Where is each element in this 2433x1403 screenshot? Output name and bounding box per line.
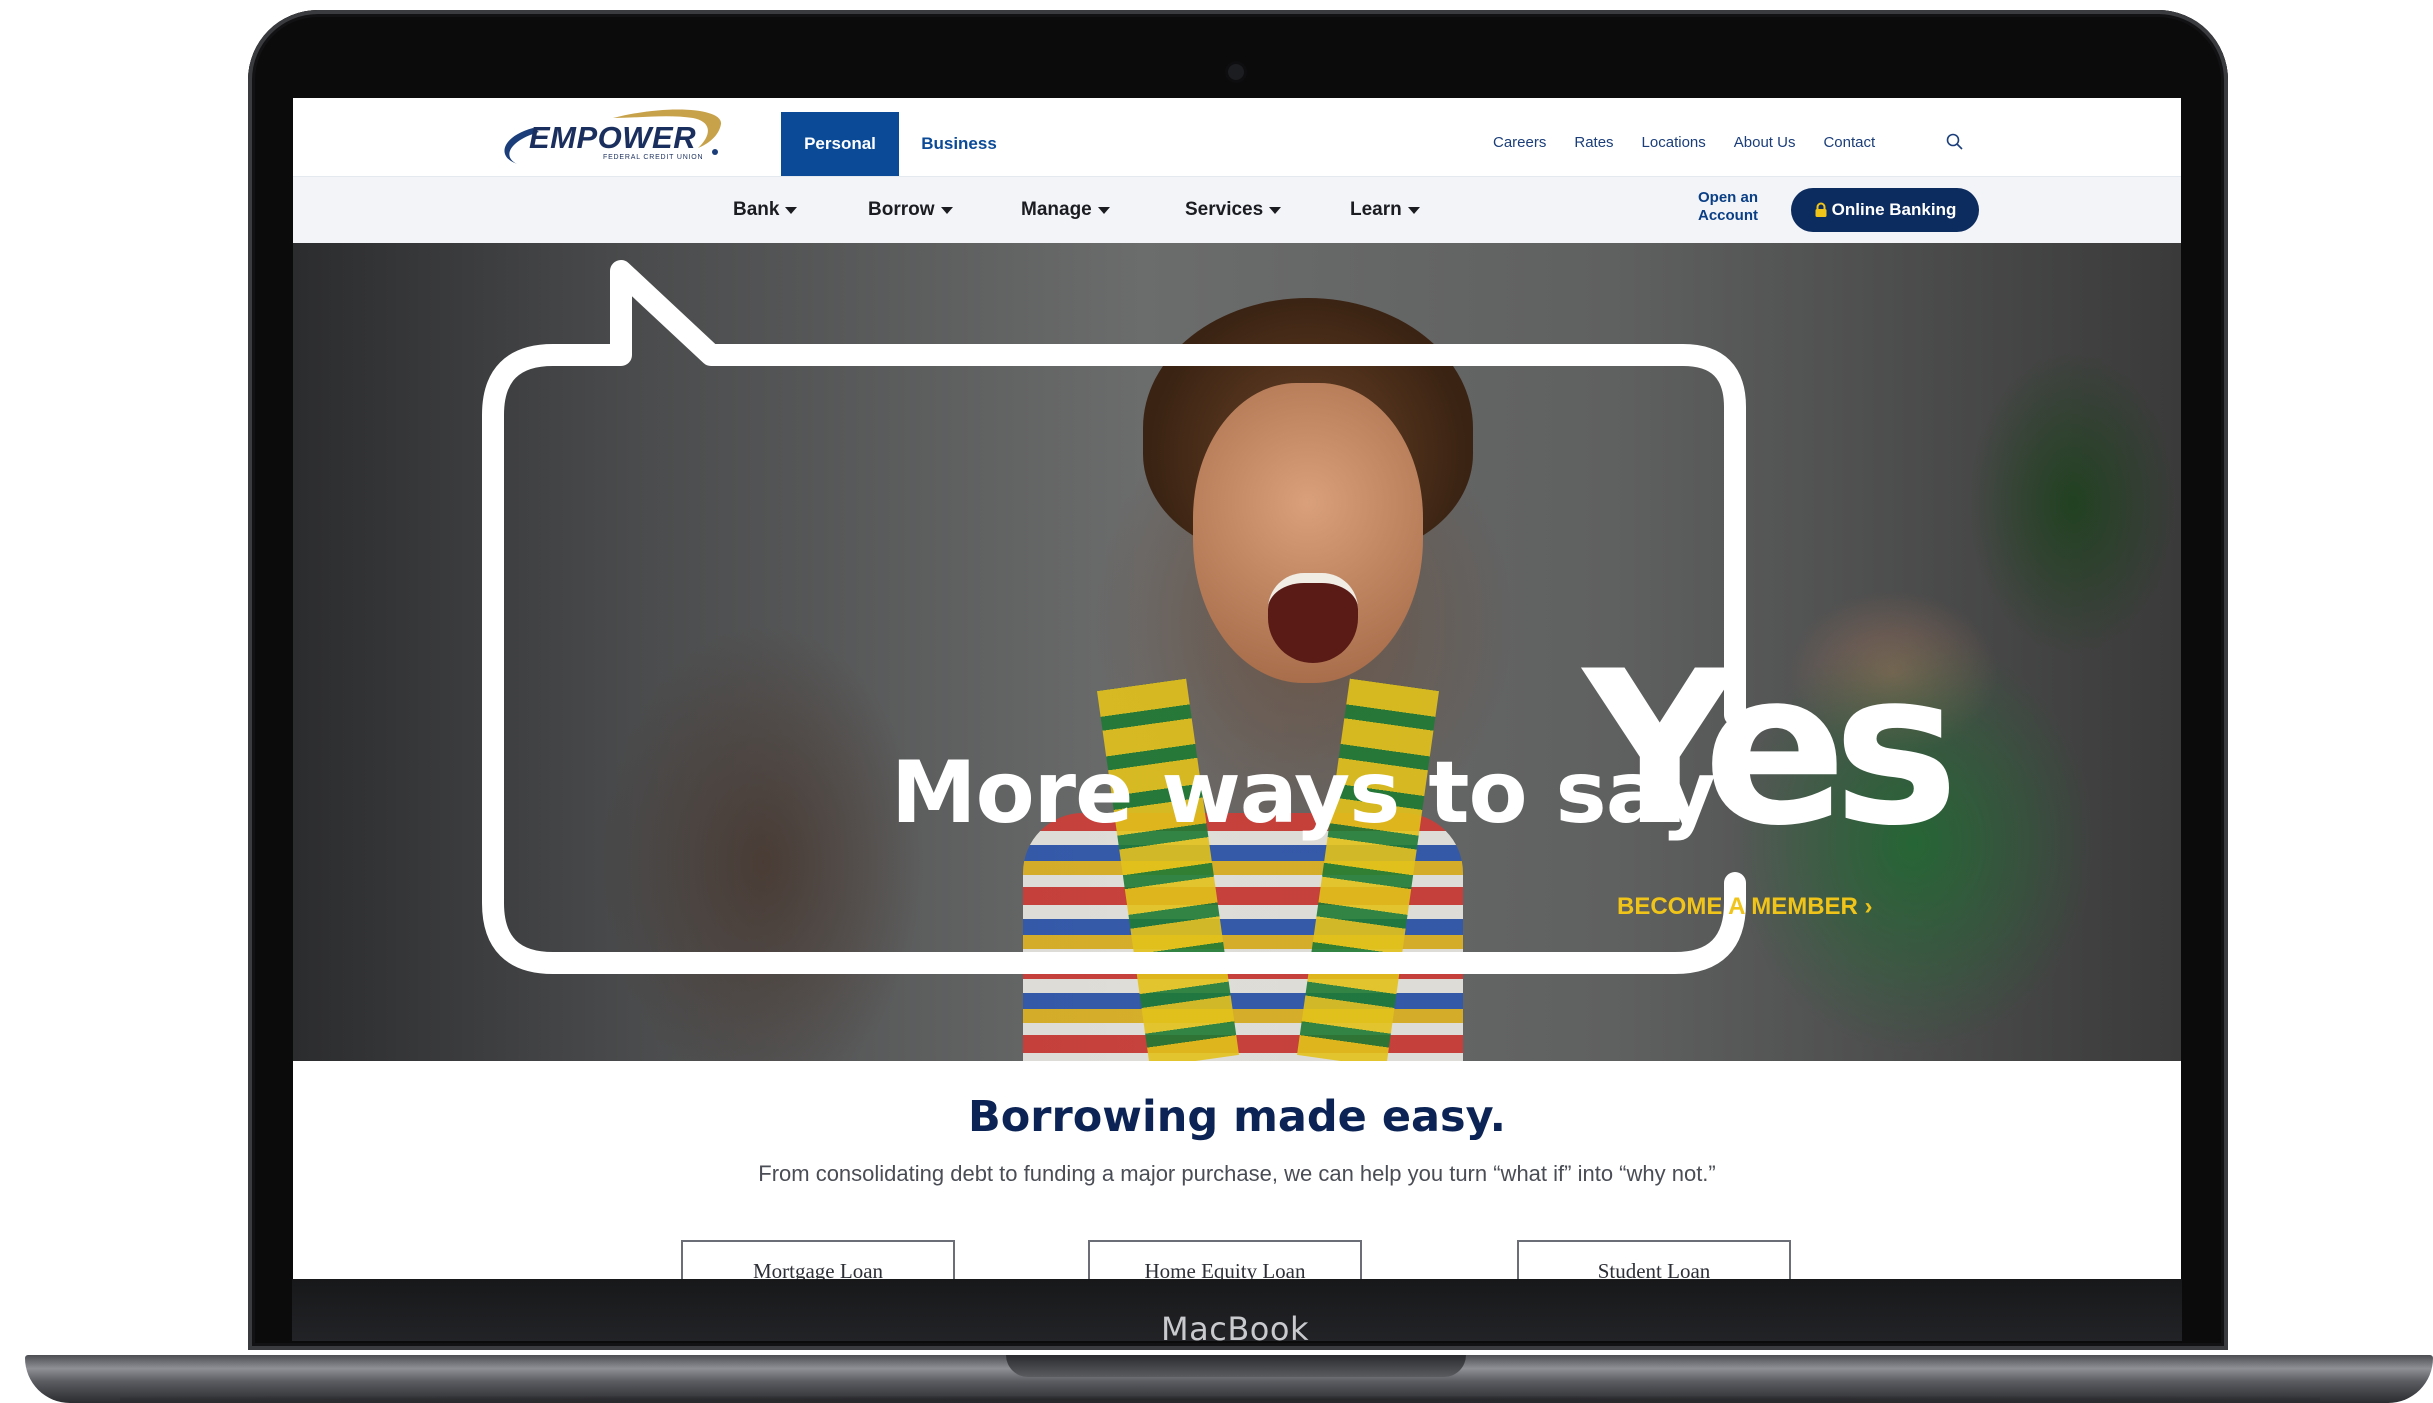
link-contact[interactable]: Contact: [1823, 134, 1875, 151]
lock-icon: [1815, 202, 1827, 217]
caret-down-icon: [1407, 206, 1420, 214]
device-brand-label: MacBook: [1161, 1310, 1309, 1348]
site-logo[interactable]: EMPOWER FEDERAL CREDIT UNION: [493, 106, 733, 172]
open-account-line1: Open an: [1697, 189, 1758, 206]
browser-screen: EMPOWER FEDERAL CREDIT UNION Personal Bu…: [293, 98, 2181, 1279]
open-account-line2: Account: [1698, 207, 1758, 224]
mortgage-loan-button[interactable]: Mortgage Loan: [681, 1240, 955, 1279]
utility-header: EMPOWER FEDERAL CREDIT UNION Personal Bu…: [293, 98, 2181, 177]
nav-learn-label: Learn: [1350, 199, 1402, 220]
camera-icon: [1228, 64, 1244, 80]
online-banking-label: Online Banking: [1831, 200, 1957, 219]
caret-down-icon: [1269, 206, 1282, 214]
logo-wordmark: EMPOWER: [529, 120, 697, 155]
open-account-link[interactable]: Open an Account: [1683, 189, 1773, 225]
section-title: Borrowing made easy.: [967, 1092, 1507, 1142]
nav-services-label: Services: [1185, 199, 1264, 220]
search-icon[interactable]: [1945, 132, 1965, 152]
online-banking-button[interactable]: Online Banking: [1791, 188, 1979, 232]
nav-bank[interactable]: Bank: [733, 177, 798, 243]
nav-bank-label: Bank: [733, 199, 780, 220]
logo-subtitle: FEDERAL CREDIT UNION: [603, 154, 704, 161]
home-equity-loan-button[interactable]: Home Equity Loan: [1088, 1240, 1362, 1279]
laptop-base-notch: [1006, 1355, 1466, 1377]
link-locations[interactable]: Locations: [1642, 134, 1706, 151]
nav-borrow-label: Borrow: [868, 199, 935, 220]
link-rates[interactable]: Rates: [1574, 134, 1613, 151]
student-loan-button[interactable]: Student Loan: [1517, 1240, 1791, 1279]
link-about-us[interactable]: About Us: [1734, 134, 1796, 151]
nav-manage[interactable]: Manage: [1021, 177, 1110, 243]
hero-headline-emphasis: Yes: [1583, 625, 1959, 872]
caret-down-icon: [785, 206, 798, 214]
nav-services[interactable]: Services: [1185, 177, 1282, 243]
nav-manage-label: Manage: [1021, 199, 1092, 220]
tab-personal[interactable]: Personal: [781, 112, 899, 176]
laptop-shadow: [120, 1396, 2320, 1403]
hero-banner: More ways to say Yes BECOME A MEMBER ›: [293, 243, 2181, 1061]
become-member-link[interactable]: BECOME A MEMBER ›: [1617, 893, 1873, 921]
caret-down-icon: [940, 206, 953, 214]
main-nav: Bank Borrow Manage Services Learn Open a…: [293, 177, 2181, 243]
link-careers[interactable]: Careers: [1493, 134, 1546, 151]
caret-down-icon: [1097, 206, 1110, 214]
section-subtitle: From consolidating debt to funding a maj…: [758, 1161, 1716, 1186]
nav-borrow[interactable]: Borrow: [868, 177, 953, 243]
tab-business[interactable]: Business: [899, 112, 1019, 176]
nav-learn[interactable]: Learn: [1350, 177, 1420, 243]
utility-links: Careers Rates Locations About Us Contact: [1493, 134, 1903, 151]
